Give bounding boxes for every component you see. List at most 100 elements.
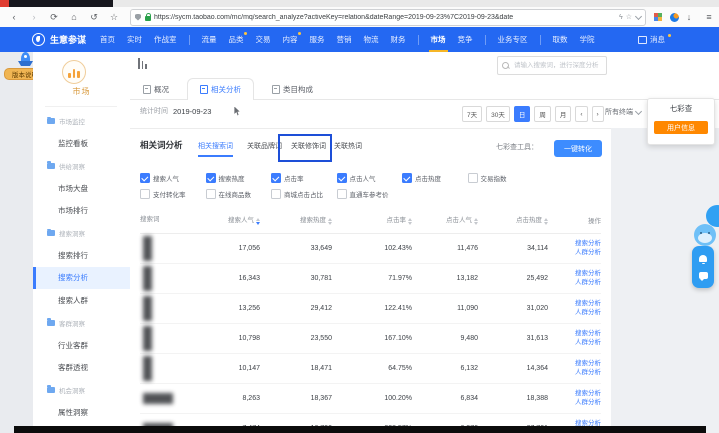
sidebar-item-search-ranking[interactable]: 搜索排行 (33, 244, 130, 266)
home-icon[interactable]: ⌂ (64, 7, 84, 27)
col-search-popularity[interactable]: 搜索人气 (202, 214, 260, 225)
period-next-button[interactable]: › (592, 106, 604, 122)
search-word-cell (140, 294, 202, 323)
terminal-dropdown[interactable]: 所有终端 (605, 107, 641, 117)
period-week-button[interactable]: 周 (534, 106, 551, 122)
nav-item-content[interactable]: 内容 (283, 34, 298, 45)
nav-item-warroom[interactable]: 作战室 (154, 34, 177, 45)
nav-item-academy[interactable]: 学院 (580, 34, 595, 45)
browser-tab[interactable] (9, 0, 113, 7)
sidebar-group-market-monitor[interactable]: 市场监控 (33, 110, 130, 132)
crowd-analysis-link[interactable]: 人群分析 (575, 280, 601, 287)
sidebar-group-search-insight[interactable]: 搜索洞察 (33, 222, 130, 244)
period-day-button[interactable]: 日 (514, 106, 531, 122)
search-analysis-link[interactable]: 搜索分析 (575, 241, 601, 248)
nav-item-service[interactable]: 服务 (310, 34, 325, 45)
browser-logo-icon[interactable] (670, 13, 679, 22)
one-key-convert-button[interactable]: 一键转化 (554, 140, 602, 157)
nav-item-realtime[interactable]: 实时 (127, 34, 142, 45)
sidebar-item-market-ranking[interactable]: 市场排行 (33, 200, 130, 222)
sidebar-item-monitor-board[interactable]: 监控看板 (33, 132, 130, 154)
reload-icon[interactable]: ⟳ (44, 7, 64, 27)
tab-label: 概况 (154, 84, 169, 95)
chat-icon[interactable] (699, 272, 708, 279)
nav-item-logistics[interactable]: 物流 (364, 34, 379, 45)
sidebar-item-search-analysis[interactable]: 搜索分析 (33, 267, 130, 289)
brand[interactable]: 生意参谋 (32, 33, 86, 46)
metric-mall-click-share[interactable]: 商城点击占比 (271, 189, 337, 199)
user-info-tag[interactable]: 用户信息 (654, 121, 708, 134)
metric-click-popularity[interactable]: 点击人气 (337, 173, 403, 183)
url-bar[interactable]: https://sycm.taobao.com/mc/mq/search_ana… (130, 9, 646, 26)
crowd-analysis-link[interactable]: 人群分析 (575, 310, 601, 317)
nav-item-marketing[interactable]: 营销 (337, 34, 352, 45)
crowd-analysis-link[interactable]: 人群分析 (575, 370, 601, 377)
tab-overview[interactable]: 概况 (143, 84, 169, 100)
sidebar-group-supply-insight[interactable]: 供给洞察 (33, 155, 130, 177)
metric-search-popularity[interactable]: 搜索人气 (140, 173, 206, 183)
col-click-heat[interactable]: 点击热度 (478, 214, 548, 225)
sidebar-item-market-overview[interactable]: 市场大盘 (33, 177, 130, 199)
subtab-related-search-words[interactable]: 相关搜索词 (198, 141, 233, 151)
metric-pay-conversion[interactable]: 支付转化率 (140, 189, 206, 199)
search-input[interactable] (512, 61, 602, 70)
download-icon[interactable]: ↓ (679, 7, 699, 27)
col-search-heat[interactable]: 搜索热度 (260, 214, 332, 225)
history-icon[interactable]: ↺ (84, 7, 104, 27)
sidebar-item-industry-customer[interactable]: 行业客群 (33, 334, 130, 356)
period-month-button[interactable]: 月 (555, 106, 572, 122)
crowd-analysis-link[interactable]: 人群分析 (575, 340, 601, 347)
sidebar-group-opportunity-insight[interactable]: 机会洞察 (33, 379, 130, 401)
metric-trade-index[interactable]: 交易指数 (468, 173, 534, 183)
collapse-icon[interactable] (138, 57, 150, 69)
search-analysis-link[interactable]: 搜索分析 (575, 331, 601, 338)
subtab-related-modifier-words[interactable]: 关联修饰词 (291, 141, 326, 151)
nav-item-trade[interactable]: 交易 (256, 34, 271, 45)
sidebar-item-search-crowd[interactable]: 搜索人群 (33, 289, 130, 311)
nav-item-category[interactable]: 品类 (229, 34, 244, 45)
bell-icon[interactable] (699, 255, 707, 262)
bookmark-star-icon[interactable]: ☆ (104, 7, 124, 27)
metric-search-heat[interactable]: 搜索热度 (206, 173, 272, 183)
forward-icon[interactable]: › (24, 7, 44, 27)
period-prev-button[interactable]: ‹ (575, 106, 587, 122)
period-7d-button[interactable]: 7天 (462, 106, 482, 122)
subtab-related-brand-words[interactable]: 关联品牌词 (247, 141, 282, 151)
search-analysis-link[interactable]: 搜索分析 (575, 391, 601, 398)
metric-online-items[interactable]: 在线商品数 (206, 189, 272, 199)
nav-item-bizzone[interactable]: 业务专区 (498, 34, 528, 45)
nav-item-market[interactable]: 市场 (431, 34, 446, 45)
sidebar-group-customer-insight[interactable]: 客群洞察 (33, 312, 130, 334)
nav-item-competition[interactable]: 竞争 (458, 34, 473, 45)
extension-title: 七彩查 (648, 103, 714, 114)
sidebar-item-customer-perspective[interactable]: 客群透视 (33, 356, 130, 378)
search-word-cell (140, 264, 202, 293)
col-click-popularity[interactable]: 点击人气 (412, 214, 478, 225)
menu-icon[interactable]: ≡ (699, 7, 719, 27)
col-ctr[interactable]: 点击率 (332, 214, 412, 225)
crowd-analysis-link[interactable]: 人群分析 (575, 250, 601, 257)
metric-click-heat[interactable]: 点击热度 (402, 173, 468, 183)
nav-item-home[interactable]: 首页 (100, 34, 115, 45)
sidebar-item-attribute-insight[interactable]: 属性洞察 (33, 401, 130, 423)
subtab-related-hot-words[interactable]: 关联热词 (334, 141, 362, 151)
crowd-analysis-link[interactable]: 人群分析 (575, 400, 601, 407)
tab-category-composition[interactable]: 类目构成 (272, 84, 313, 100)
lightning-icon[interactable]: ϟ (619, 14, 623, 21)
tab-relation-analysis[interactable]: 相关分析 (187, 78, 254, 100)
metric-ctr[interactable]: 点击率 (271, 173, 337, 183)
metric-ztc-reference-price[interactable]: 直通车参考价 (337, 189, 403, 199)
period-30d-button[interactable]: 30天 (486, 106, 510, 122)
message-entry[interactable]: 消息 (638, 27, 671, 52)
nav-item-finance[interactable]: 财务 (391, 34, 406, 45)
search-analysis-link[interactable]: 搜索分析 (575, 301, 601, 308)
star-icon[interactable]: ☆ (626, 13, 632, 21)
extensions-grid-icon[interactable] (654, 13, 662, 21)
nav-item-traffic[interactable]: 流量 (202, 34, 217, 45)
chevron-down-icon[interactable] (635, 12, 642, 19)
mascot-icon[interactable] (694, 224, 716, 246)
nav-item-data[interactable]: 取数 (553, 34, 568, 45)
search-analysis-link[interactable]: 搜索分析 (575, 271, 601, 278)
search-analysis-link[interactable]: 搜索分析 (575, 361, 601, 368)
back-icon[interactable]: ‹ (4, 7, 24, 27)
